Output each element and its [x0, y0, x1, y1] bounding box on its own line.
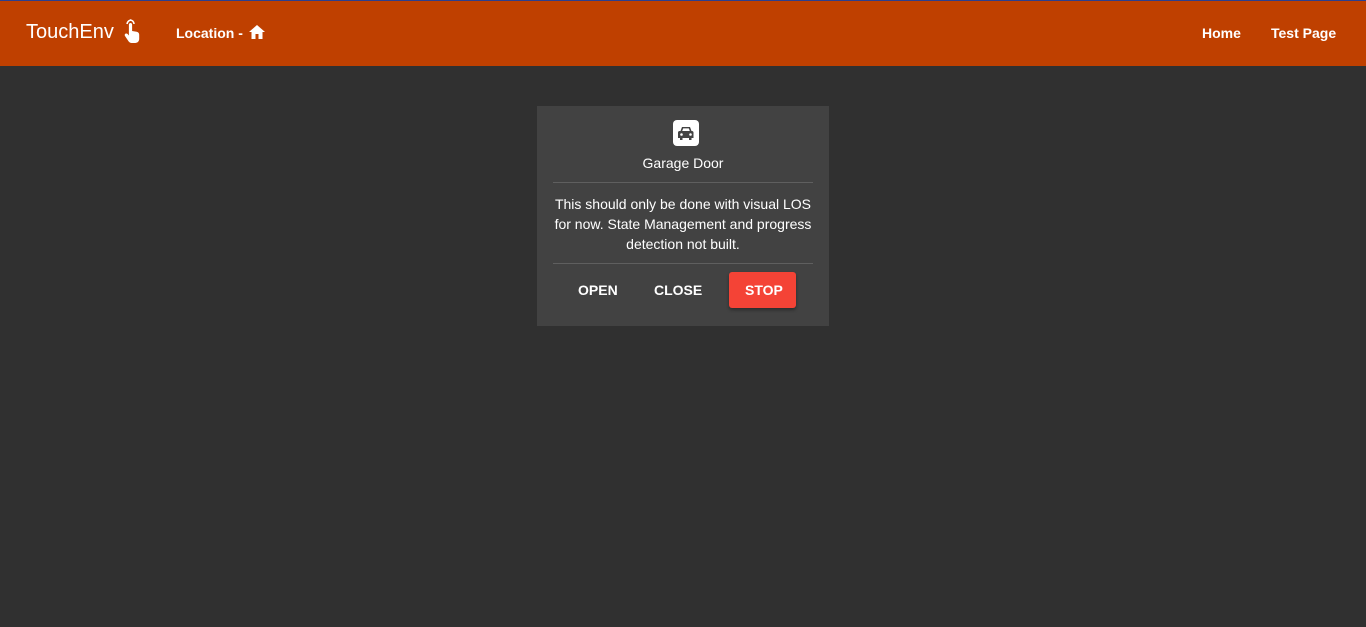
open-button[interactable]: OPEN	[562, 272, 634, 308]
touch-hand-icon	[122, 18, 144, 44]
divider	[553, 182, 813, 183]
card-warning-text: This should only be done with visual LOS…	[554, 196, 812, 252]
divider	[553, 263, 813, 264]
brand-logo[interactable]: TouchEnv	[26, 18, 144, 44]
location-indicator: Location -	[176, 24, 266, 41]
location-label: Location -	[176, 25, 243, 41]
brand-name: TouchEnv	[26, 21, 114, 43]
nav-test-page-link[interactable]: Test Page	[1271, 25, 1336, 41]
nav-home-link[interactable]: Home	[1202, 25, 1241, 41]
card-title: Garage Door	[642, 155, 724, 171]
home-icon	[248, 24, 266, 40]
stop-button[interactable]: STOP	[729, 272, 796, 308]
garage-car-icon	[673, 120, 699, 146]
garage-door-card: Garage Door This should only be done wit…	[537, 106, 829, 326]
close-button[interactable]: CLOSE	[638, 272, 718, 308]
top-app-bar: TouchEnv Location - Home Test Page	[0, 0, 1366, 66]
